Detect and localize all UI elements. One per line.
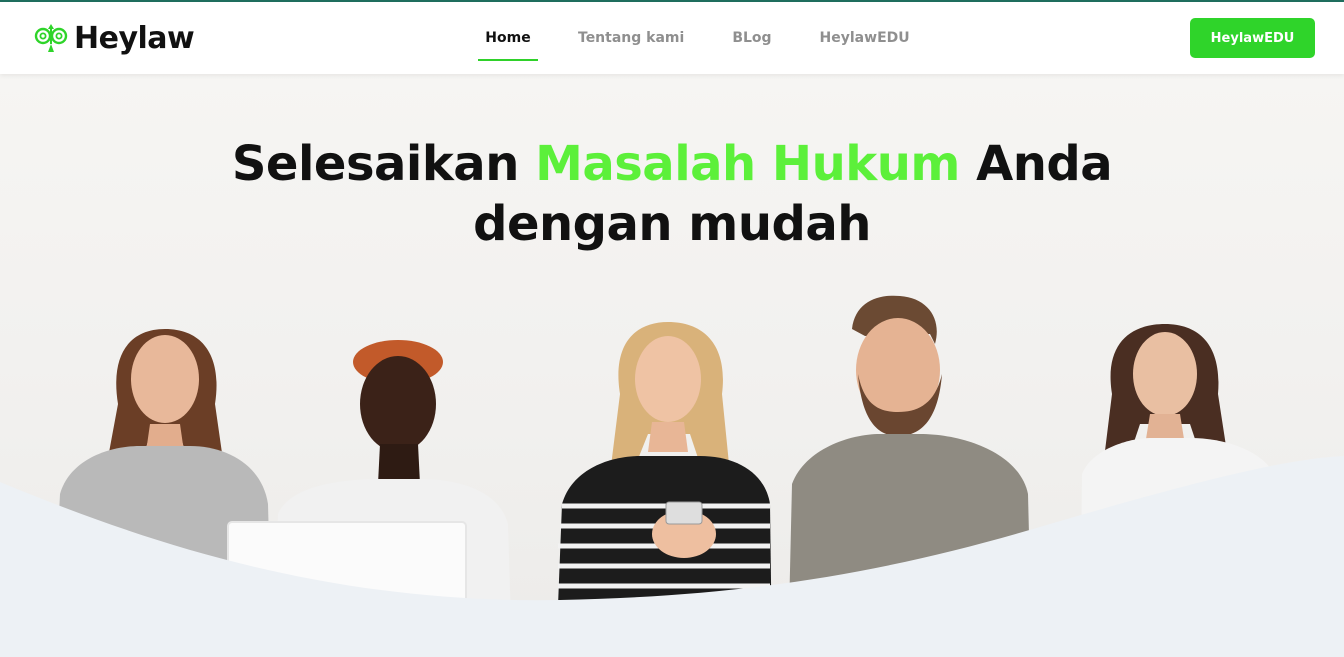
- brand-logo[interactable]: Heylaw: [34, 18, 195, 58]
- nav-blog[interactable]: BLog: [724, 2, 779, 74]
- nav-heylawedu[interactable]: HeylawEDU: [812, 2, 918, 74]
- hero-headline-line-1: Selesaikan Masalah Hukum Anda: [0, 134, 1344, 194]
- hero-headline: Selesaikan Masalah Hukum Anda dengan mud…: [0, 134, 1344, 254]
- nav-home-label: Home: [485, 30, 531, 46]
- nav-tentang-kami[interactable]: Tentang kami: [570, 2, 692, 74]
- active-nav-indicator: [478, 59, 538, 61]
- main-nav: Home Tentang kami BLog HeylawEDU: [478, 2, 918, 74]
- headline-part-1: Selesaikan: [231, 136, 536, 192]
- nav-home[interactable]: Home: [478, 2, 538, 74]
- headline-accent: Masalah Hukum: [535, 136, 960, 192]
- heylawedu-cta-button[interactable]: HeylawEDU: [1190, 18, 1315, 58]
- navbar: Heylaw Home Tentang kami BLog HeylawEDU …: [0, 2, 1344, 74]
- brand-name: Heylaw: [74, 20, 195, 56]
- hero-headline-line-2: dengan mudah: [473, 196, 871, 252]
- hero-section: Selesaikan Masalah Hukum Anda dengan mud…: [0, 74, 1344, 657]
- headline-part-2: Anda: [959, 136, 1113, 192]
- clover-scales-icon: [34, 24, 68, 52]
